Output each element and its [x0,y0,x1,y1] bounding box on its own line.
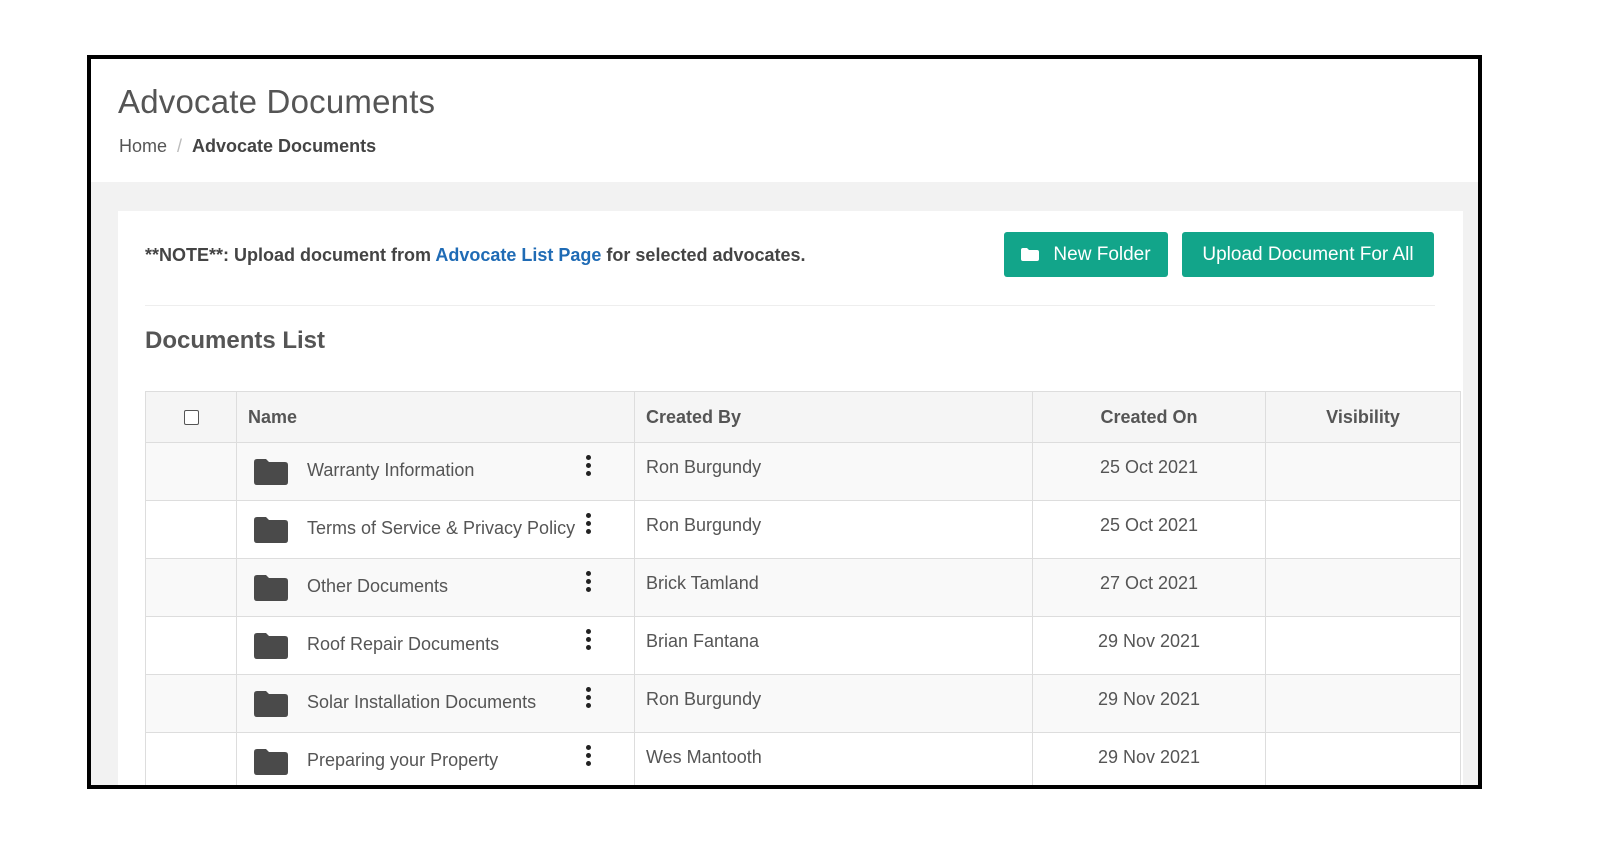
document-folder-name[interactable]: Solar Installation Documents [307,692,536,713]
column-header-visibility[interactable]: Visibility [1265,391,1461,443]
row-visibility [1265,732,1461,785]
row-name-cell: Other Documents [236,558,635,617]
row-name-cell: Warranty Information [236,442,635,501]
table-row[interactable]: Roof Repair Documents Brian Fantana 29 Nov… [145,616,1461,675]
document-folder-name[interactable]: Warranty Information [307,460,474,481]
row-name-cell: Roof Repair Documents [236,616,635,675]
row-select-cell [145,732,237,785]
column-header-created-on[interactable]: Created On [1032,391,1266,443]
column-header-created-by[interactable]: Created By [634,391,1033,443]
row-created-by: Ron Burgundy [634,674,1033,733]
row-created-on: 29 Nov 2021 [1032,674,1266,733]
row-visibility [1265,500,1461,559]
app-window: Advocate Documents Home / Advocate Documen… [87,55,1482,789]
new-folder-button[interactable]: New Folder [1004,232,1168,277]
folder-icon [254,575,288,606]
kebab-menu-icon[interactable] [583,629,593,653]
divider [145,305,1435,306]
row-select-cell [145,616,237,675]
row-created-by: Brick Tamland [634,558,1033,617]
table-row[interactable]: Warranty Information Ron Burgundy 25 Oct 2… [145,442,1461,501]
row-created-on: 29 Nov 2021 [1032,732,1266,785]
folder-icon [254,749,288,780]
kebab-menu-icon[interactable] [583,745,593,769]
row-created-on: 29 Nov 2021 [1032,616,1266,675]
note-prefix: **NOTE**: Upload document from [145,245,436,265]
row-visibility [1265,616,1461,675]
kebab-menu-icon[interactable] [583,687,593,711]
table-row[interactable]: Solar Installation Documents Ron Burgundy… [145,674,1461,733]
breadcrumb-home-link[interactable]: Home [119,136,167,156]
row-select-cell [145,500,237,559]
row-name-cell: Solar Installation Documents [236,674,635,733]
kebab-menu-icon[interactable] [583,455,593,479]
document-folder-name[interactable]: Other Documents [307,576,448,597]
documents-table: Name Created By Created On Visibility Wa… [145,391,1461,785]
new-folder-label: New Folder [1053,243,1151,265]
folder-icon [254,691,288,722]
row-created-by: Ron Burgundy [634,500,1033,559]
row-created-on: 25 Oct 2021 [1032,500,1266,559]
row-created-by: Brian Fantana [634,616,1033,675]
row-name-cell: Preparing your Property [236,732,635,785]
advocate-list-link[interactable]: Advocate List Page [435,245,601,265]
document-folder-name[interactable]: Terms of Service & Privacy Policy [307,518,575,539]
folder-icon [254,633,288,664]
row-select-cell [145,674,237,733]
breadcrumb-current: Advocate Documents [192,136,377,156]
table-row[interactable]: Terms of Service & Privacy Policy Ron Bur… [145,500,1461,559]
breadcrumb: Home / Advocate Documents [119,136,376,157]
row-created-by: Wes Mantooth [634,732,1033,785]
kebab-menu-icon[interactable] [583,513,593,537]
select-all-checkbox[interactable] [183,410,199,426]
page-title: Advocate Documents [118,83,436,120]
row-name-cell: Terms of Service & Privacy Policy [236,500,635,559]
row-select-cell [145,558,237,617]
folder-icon [254,459,288,490]
column-header-name[interactable]: Name [236,391,635,443]
document-folder-name[interactable]: Preparing your Property [307,750,498,771]
row-visibility [1265,442,1461,501]
row-select-cell [145,442,237,501]
folder-icon [254,517,288,548]
row-visibility [1265,558,1461,617]
page-header: Advocate Documents Home / Advocate Documen… [91,59,1478,182]
upload-note: **NOTE**: Upload document from Advocate … [145,245,806,266]
row-created-by: Ron Burgundy [634,442,1033,501]
table-row[interactable]: Other Documents Brick Tamland 27 Oct 2021 [145,558,1461,617]
table-header-row: Name Created By Created On Visibility [145,391,1461,443]
row-created-on: 25 Oct 2021 [1032,442,1266,501]
document-folder-name[interactable]: Roof Repair Documents [307,634,499,655]
upload-document-for-all-button[interactable]: Upload Document For All [1182,232,1434,277]
documents-card: **NOTE**: Upload document from Advocate … [118,211,1463,785]
breadcrumb-separator: / [177,136,183,156]
folder-icon [1021,248,1040,261]
row-created-on: 27 Oct 2021 [1032,558,1266,617]
select-all-cell [145,391,237,443]
table-row[interactable]: Preparing your Property Wes Mantooth 29 No… [145,732,1461,785]
row-visibility [1265,674,1461,733]
kebab-menu-icon[interactable] [583,571,593,595]
section-title: Documents List [145,327,326,354]
note-suffix: for selected advocates. [601,245,806,265]
